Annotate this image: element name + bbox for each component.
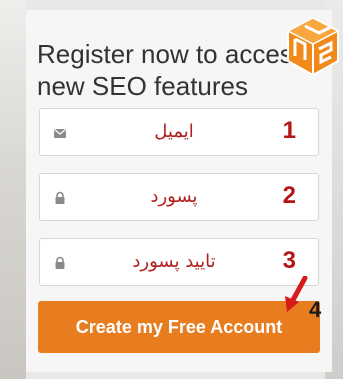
headline-line-1: Register now to access bbox=[37, 39, 306, 69]
password-field[interactable]: پسورد 2 bbox=[39, 173, 319, 221]
email-field[interactable]: ایمیل 1 bbox=[39, 108, 319, 156]
lock-icon bbox=[55, 256, 65, 269]
confirm-password-field[interactable]: تایید پسورد 3 bbox=[39, 238, 319, 286]
background-left bbox=[0, 0, 26, 379]
red-arrow-icon bbox=[285, 276, 308, 312]
step-1-annotation: 1 bbox=[282, 117, 296, 144]
password-field-label: پسورد bbox=[150, 186, 198, 207]
lock-icon bbox=[55, 191, 65, 204]
confirm-password-field-label: تایید پسورد bbox=[132, 251, 216, 272]
email-field-label: ایمیل bbox=[154, 121, 194, 142]
envelope-icon bbox=[54, 129, 66, 138]
create-account-button[interactable]: Create my Free Account bbox=[38, 301, 320, 353]
step-3-annotation: 3 bbox=[282, 247, 296, 274]
register-headline: Register now to access new SEO features bbox=[37, 38, 327, 102]
step-2-annotation: 2 bbox=[282, 182, 296, 209]
cube-logo-icon bbox=[286, 16, 340, 77]
step-4-annotation: 4 bbox=[309, 297, 322, 322]
headline-line-2: new SEO features bbox=[37, 71, 248, 101]
